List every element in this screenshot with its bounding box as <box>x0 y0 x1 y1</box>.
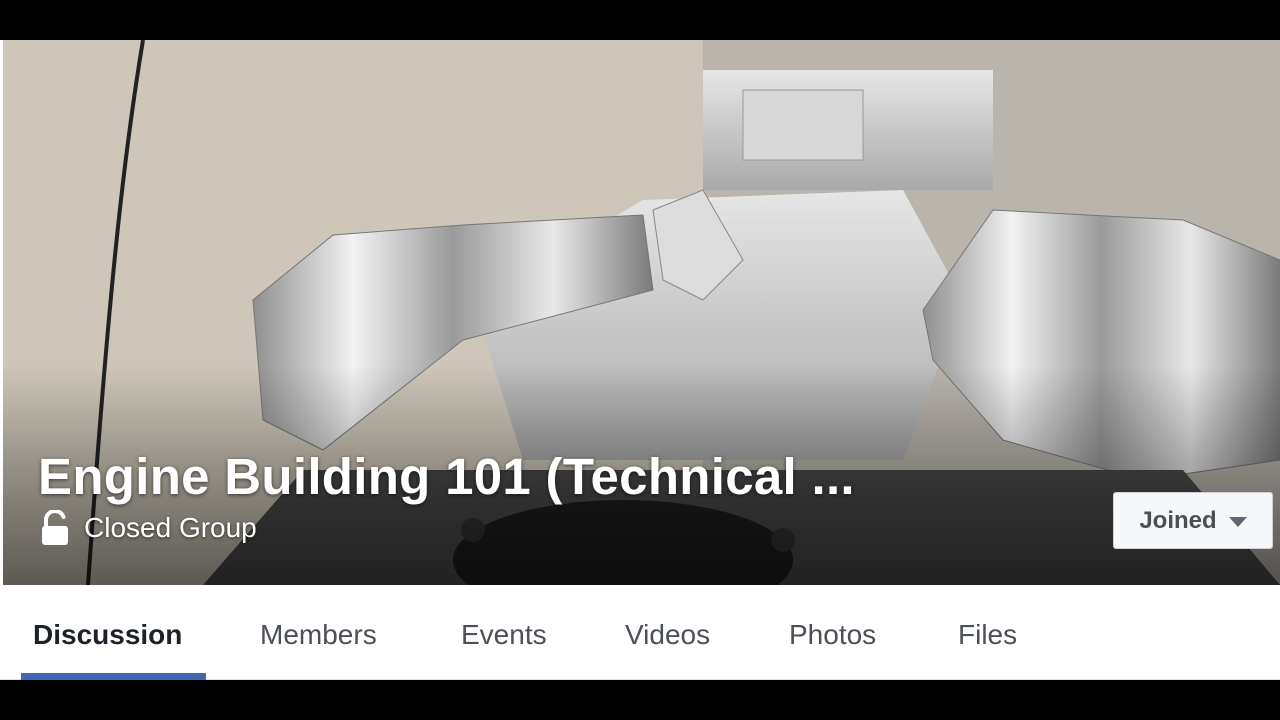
tab-videos[interactable]: Videos <box>625 619 710 651</box>
lock-icon <box>40 510 70 546</box>
tab-discussion[interactable]: Discussion <box>33 619 182 651</box>
chevron-down-icon <box>1228 516 1247 527</box>
group-title[interactable]: Engine Building 101 (Technical ... <box>38 447 855 506</box>
group-header: Engine Building 101 (Technical ... Close… <box>0 40 1280 680</box>
tab-photos[interactable]: Photos <box>789 619 876 651</box>
group-privacy: Closed Group <box>40 510 257 546</box>
joined-label: Joined <box>1139 506 1217 534</box>
cover-photo[interactable]: Engine Building 101 (Technical ... Close… <box>3 40 1280 585</box>
joined-button[interactable]: Joined <box>1113 492 1273 549</box>
tab-members[interactable]: Members <box>260 619 377 651</box>
privacy-label: Closed Group <box>84 512 257 543</box>
tab-files[interactable]: Files <box>958 619 1017 651</box>
active-tab-indicator <box>21 673 206 680</box>
tab-events[interactable]: Events <box>461 619 547 651</box>
group-tabs: Discussion Members Events Videos Photos … <box>0 585 1280 680</box>
